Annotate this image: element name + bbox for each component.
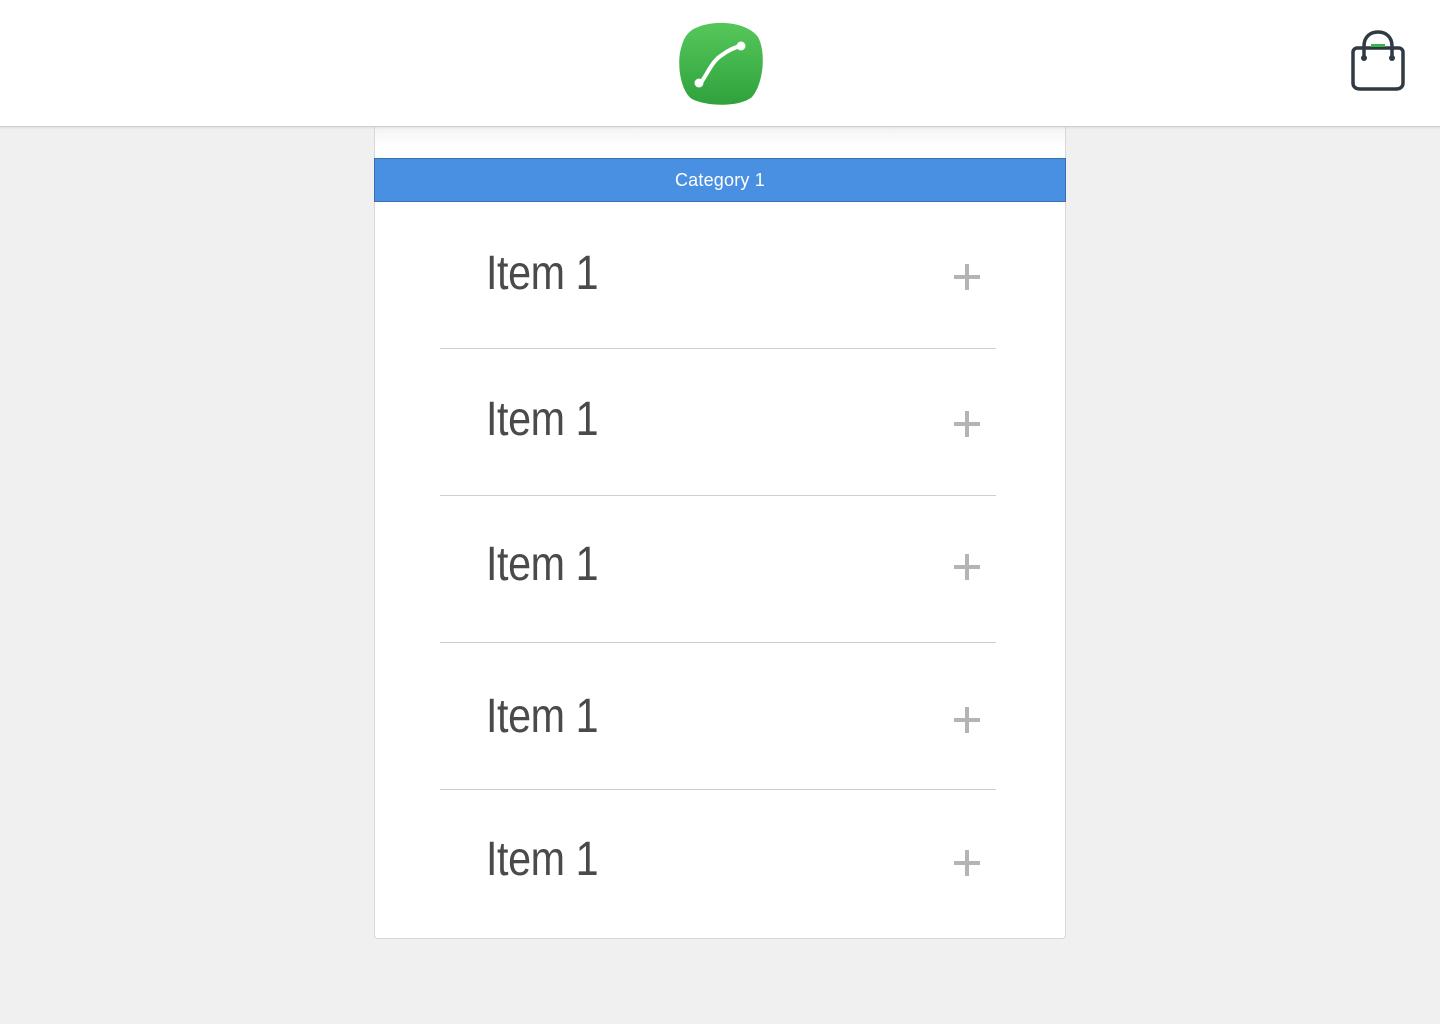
menu-panel: Category 1 Item 1 Item 1 Item 1 Item 1 I… bbox=[374, 127, 1066, 939]
plus-icon[interactable] bbox=[954, 264, 980, 290]
shopping-bag-icon[interactable] bbox=[1348, 28, 1408, 92]
item-list: Item 1 Item 1 Item 1 Item 1 Item 1 bbox=[440, 202, 996, 937]
plus-icon[interactable] bbox=[954, 707, 980, 733]
list-item[interactable]: Item 1 bbox=[440, 496, 996, 643]
app-header bbox=[0, 0, 1440, 127]
plus-icon[interactable] bbox=[954, 554, 980, 580]
green-curve-logo-icon[interactable] bbox=[678, 21, 763, 106]
list-item[interactable]: Item 1 bbox=[440, 643, 996, 790]
list-item[interactable]: Item 1 bbox=[440, 349, 996, 496]
item-name: Item 1 bbox=[486, 393, 599, 446]
panel-top-shade bbox=[375, 127, 1065, 158]
list-item[interactable]: Item 1 bbox=[440, 790, 996, 937]
category-label: Category 1 bbox=[674, 169, 766, 190]
item-name: Item 1 bbox=[486, 833, 599, 886]
category-header[interactable]: Category 1 bbox=[374, 158, 1066, 202]
item-name: Item 1 bbox=[486, 538, 599, 591]
list-item[interactable]: Item 1 bbox=[440, 202, 996, 349]
plus-icon[interactable] bbox=[954, 850, 980, 876]
item-name: Item 1 bbox=[486, 690, 599, 743]
plus-icon[interactable] bbox=[954, 411, 980, 437]
item-name: Item 1 bbox=[486, 247, 599, 300]
